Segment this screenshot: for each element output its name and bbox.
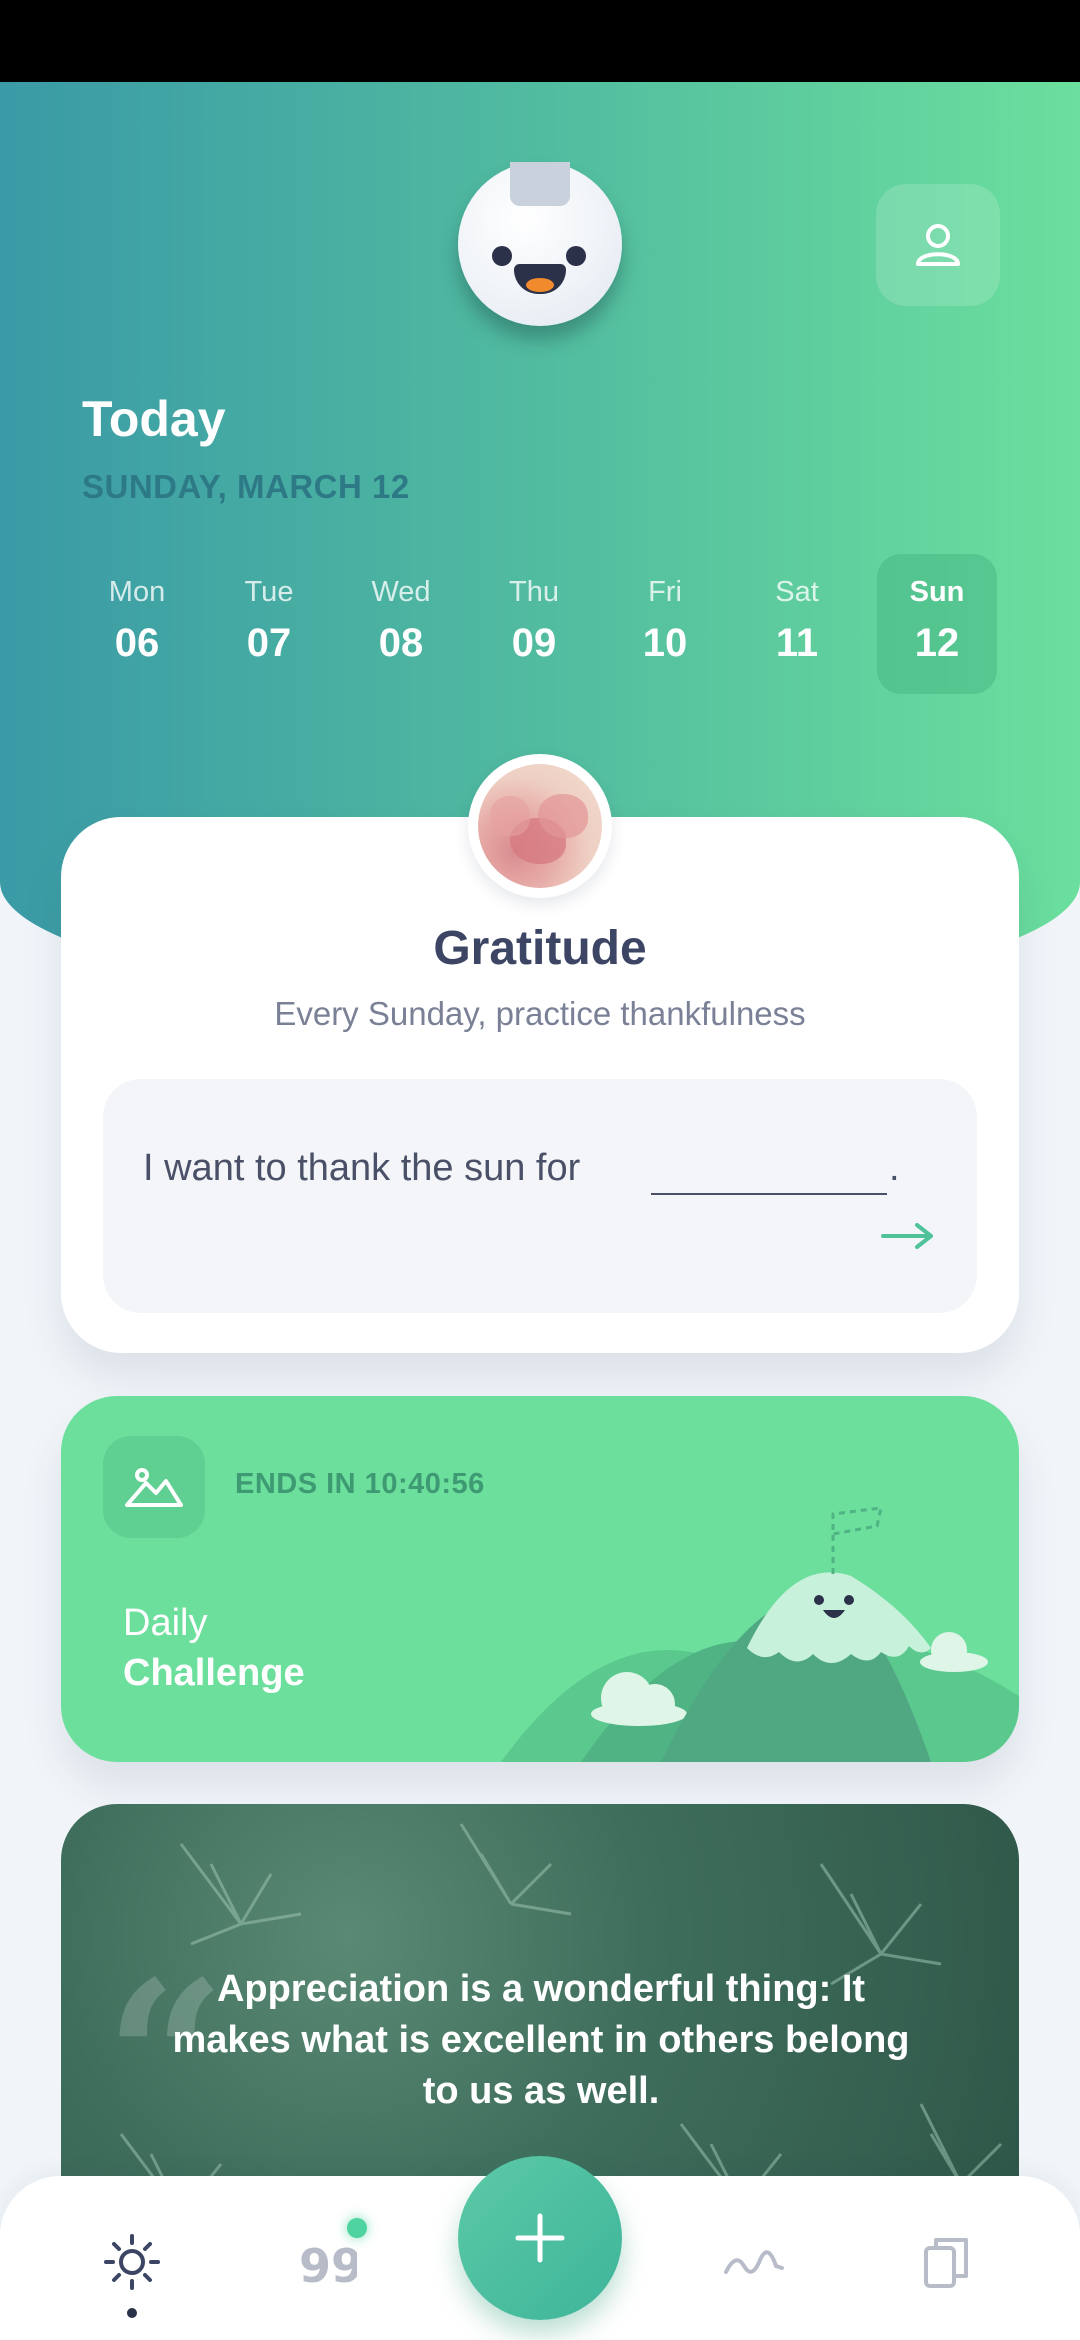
daily-challenge-card[interactable]: ENDS IN 10:40:56 Daily Challenge bbox=[61, 1396, 1019, 1762]
challenge-label: Challenge bbox=[123, 1652, 305, 1694]
gratitude-subtitle: Every Sunday, practice thankfulness bbox=[274, 995, 806, 1032]
mascot-eye-left bbox=[492, 246, 512, 266]
week-strip: Mon 06 Tue 07 Wed 08 Thu 09 Fri 10 Sat 1… bbox=[77, 554, 1001, 694]
current-date: SUNDAY, MARCH 12 bbox=[82, 468, 410, 505]
sun-icon[interactable] bbox=[102, 2232, 162, 2292]
mascot-mouth bbox=[514, 264, 566, 294]
day-name: Sun bbox=[909, 576, 965, 608]
user-icon bbox=[916, 224, 960, 266]
day-name: Tue bbox=[244, 576, 294, 608]
day-fri[interactable]: Fri 10 bbox=[605, 554, 725, 694]
mountain-illustration bbox=[501, 1506, 1019, 1762]
day-number: 08 bbox=[378, 621, 424, 665]
day-sun-selected[interactable]: Sun 12 bbox=[877, 554, 997, 694]
day-number: 09 bbox=[511, 621, 557, 665]
mountain-icon-button bbox=[103, 1436, 205, 1538]
profile-button[interactable] bbox=[876, 184, 1000, 306]
day-name: Wed bbox=[371, 576, 431, 608]
day-wed[interactable]: Wed 08 bbox=[341, 554, 461, 694]
prompt-blank[interactable] bbox=[651, 1193, 887, 1195]
mountain-icon bbox=[125, 1468, 183, 1507]
add-button[interactable] bbox=[458, 2156, 622, 2320]
svg-text:99: 99 bbox=[299, 2239, 357, 2292]
wave-icon[interactable] bbox=[724, 2232, 784, 2292]
day-thu[interactable]: Thu 09 bbox=[474, 554, 594, 694]
arrow-right-icon[interactable] bbox=[881, 1221, 935, 1251]
gratitude-image bbox=[468, 754, 612, 898]
day-number: 11 bbox=[775, 621, 819, 665]
gratitude-prompt[interactable]: I want to thank the sun for . bbox=[103, 1079, 977, 1313]
plus-icon bbox=[515, 2213, 565, 2263]
gratitude-title: Gratitude bbox=[433, 922, 647, 975]
day-number: 12 bbox=[914, 621, 960, 665]
day-name: Fri bbox=[648, 576, 682, 608]
challenge-label-daily: Daily bbox=[123, 1602, 208, 1644]
prompt-text: I want to thank the sun for bbox=[143, 1147, 581, 1189]
status-bar bbox=[0, 0, 1080, 82]
challenge-timer: ENDS IN 10:40:56 bbox=[235, 1468, 485, 1500]
active-indicator bbox=[127, 2308, 137, 2318]
day-tue[interactable]: Tue 07 bbox=[209, 554, 329, 694]
day-number: 10 bbox=[642, 621, 688, 665]
notification-badge bbox=[347, 2218, 367, 2238]
day-sat[interactable]: Sat 11 bbox=[737, 554, 857, 694]
mascot-eye-right bbox=[566, 246, 586, 266]
cards-icon[interactable] bbox=[918, 2232, 978, 2292]
quote-icon[interactable]: 99 bbox=[297, 2232, 357, 2292]
mascot-avatar[interactable] bbox=[458, 162, 622, 326]
day-name: Mon bbox=[108, 576, 166, 608]
prompt-period: . bbox=[889, 1147, 900, 1189]
day-mon[interactable]: Mon 06 bbox=[77, 554, 197, 694]
day-number: 06 bbox=[114, 621, 160, 665]
quote-text: Appreciation is a wonderful thing: It ma… bbox=[172, 1968, 910, 2112]
day-name: Thu bbox=[509, 576, 559, 608]
page-title: Today bbox=[82, 391, 226, 447]
mascot-hat bbox=[510, 162, 570, 206]
day-number: 07 bbox=[246, 621, 292, 665]
day-name: Sat bbox=[775, 576, 819, 608]
